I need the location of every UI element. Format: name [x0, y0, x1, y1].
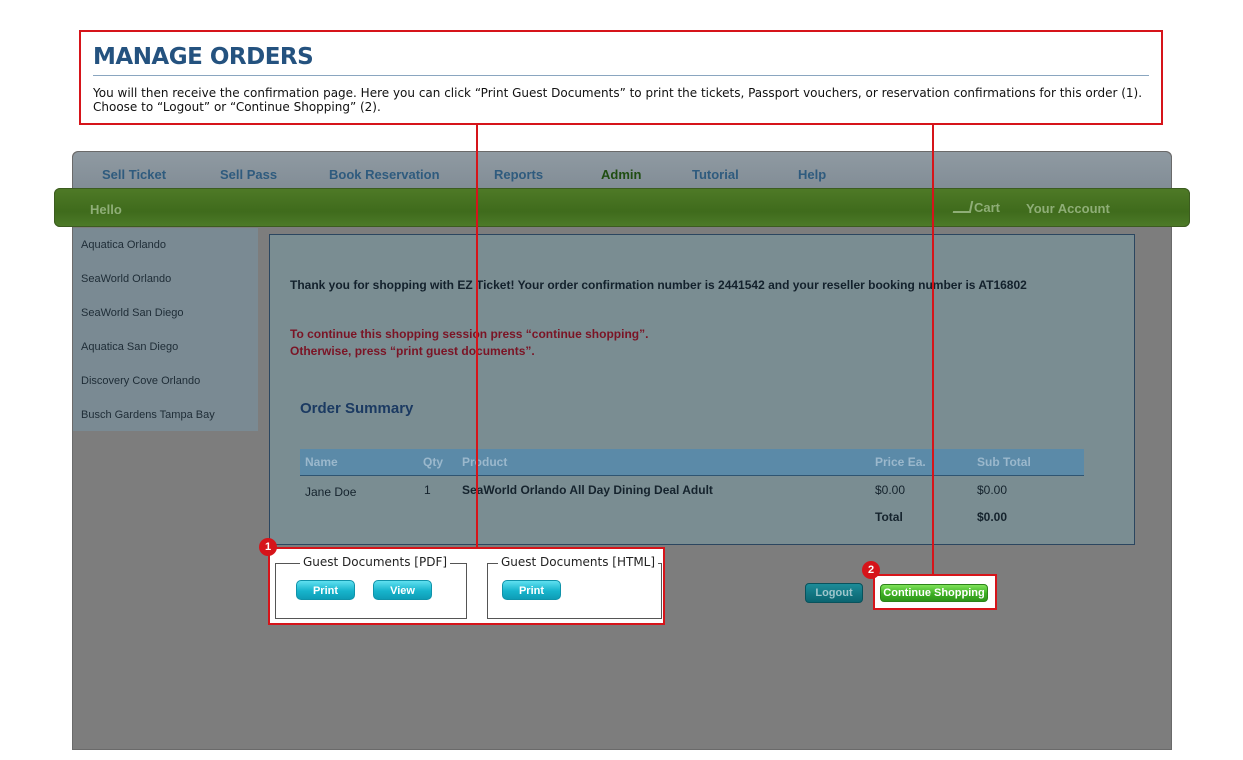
row-subtotal: $0.00 [977, 483, 1008, 497]
callout-text: You will then receive the confirmation p… [93, 86, 1143, 114]
col-qty: Qty [423, 455, 444, 469]
nav-help[interactable]: Help [798, 167, 826, 182]
header-bar: Hello Cart Your Account [54, 188, 1190, 227]
order-table-header: Name Qty Product Price Ea. Sub Total [300, 449, 1084, 476]
continue-note: To continue this shopping session press … [290, 327, 649, 341]
cart-label: Cart [974, 200, 1001, 215]
your-account-link[interactable]: Your Account [1026, 201, 1110, 216]
confirmation-panel: Thank you for shopping with EZ Ticket! Y… [269, 234, 1135, 545]
col-price: Price Ea. [875, 455, 926, 469]
confirmation-message: Thank you for shopping with EZ Ticket! Y… [290, 278, 1027, 292]
total-label: Total [875, 510, 903, 524]
nav-book-reservation[interactable]: Book Reservation [329, 167, 440, 182]
row-qty: 1 [424, 483, 431, 497]
guest-documents-pdf: Guest Documents [PDF] Print View [275, 555, 467, 619]
print-html-button[interactable]: Print [502, 580, 561, 600]
marker-2-badge: 2 [862, 561, 880, 579]
nav-reports[interactable]: Reports [494, 167, 543, 182]
sidebar-item-aquatica-orlando[interactable]: Aquatica Orlando [81, 239, 166, 251]
instruction-callout: MANAGE ORDERS You will then receive the … [79, 30, 1163, 125]
sidebar-item-aquatica-san-diego[interactable]: Aquatica San Diego [81, 341, 178, 353]
col-subtotal: Sub Total [977, 455, 1031, 469]
guest-documents-html: Guest Documents [HTML] Print [487, 555, 662, 619]
row-name: Jane Doe [305, 485, 357, 499]
callout-divider [93, 75, 1149, 76]
guest-documents-callout: Guest Documents [PDF] Print View Guest D… [268, 547, 665, 625]
html-legend: Guest Documents [HTML] [498, 555, 659, 569]
sidebar-item-seaworld-san-diego[interactable]: SeaWorld San Diego [81, 307, 184, 319]
cart-icon [952, 201, 974, 213]
nav-admin[interactable]: Admin [601, 167, 641, 182]
cart-link[interactable]: Cart [952, 200, 1001, 215]
continue-shopping-callout: Continue Shopping [873, 574, 997, 610]
col-product: Product [462, 455, 508, 469]
logout-button[interactable]: Logout [805, 583, 863, 603]
col-name: Name [305, 455, 338, 469]
callout-title: MANAGE ORDERS [93, 44, 314, 70]
sidebar-item-busch-gardens[interactable]: Busch Gardens Tampa Bay [81, 409, 215, 421]
print-note: Otherwise, press “print guest documents”… [290, 344, 535, 358]
order-summary-title: Order Summary [300, 400, 414, 417]
sidebar: Aquatica Orlando SeaWorld Orlando SeaWor… [73, 228, 258, 431]
continue-shopping-button[interactable]: Continue Shopping [880, 584, 988, 602]
sidebar-item-seaworld-orlando[interactable]: SeaWorld Orlando [81, 273, 171, 285]
nav-tutorial[interactable]: Tutorial [692, 167, 739, 182]
marker-1-badge: 1 [259, 538, 277, 556]
row-price: $0.00 [875, 483, 906, 497]
print-pdf-button[interactable]: Print [296, 580, 355, 600]
callout-connector-1 [476, 125, 478, 547]
callout-connector-2 [932, 125, 934, 574]
instructions-note: To continue this shopping session press … [290, 326, 648, 360]
nav-sell-pass[interactable]: Sell Pass [220, 167, 277, 182]
view-pdf-button[interactable]: View [373, 580, 432, 600]
row-product: SeaWorld Orlando All Day Dining Deal Adu… [462, 483, 713, 497]
pdf-legend: Guest Documents [PDF] [300, 555, 451, 569]
top-nav: Sell Ticket Sell Pass Book Reservation R… [73, 152, 1171, 188]
hello-text: Hello [90, 202, 122, 217]
total-value: $0.00 [977, 510, 1008, 524]
nav-sell-ticket[interactable]: Sell Ticket [102, 167, 166, 182]
sidebar-item-discovery-cove[interactable]: Discovery Cove Orlando [81, 375, 200, 387]
